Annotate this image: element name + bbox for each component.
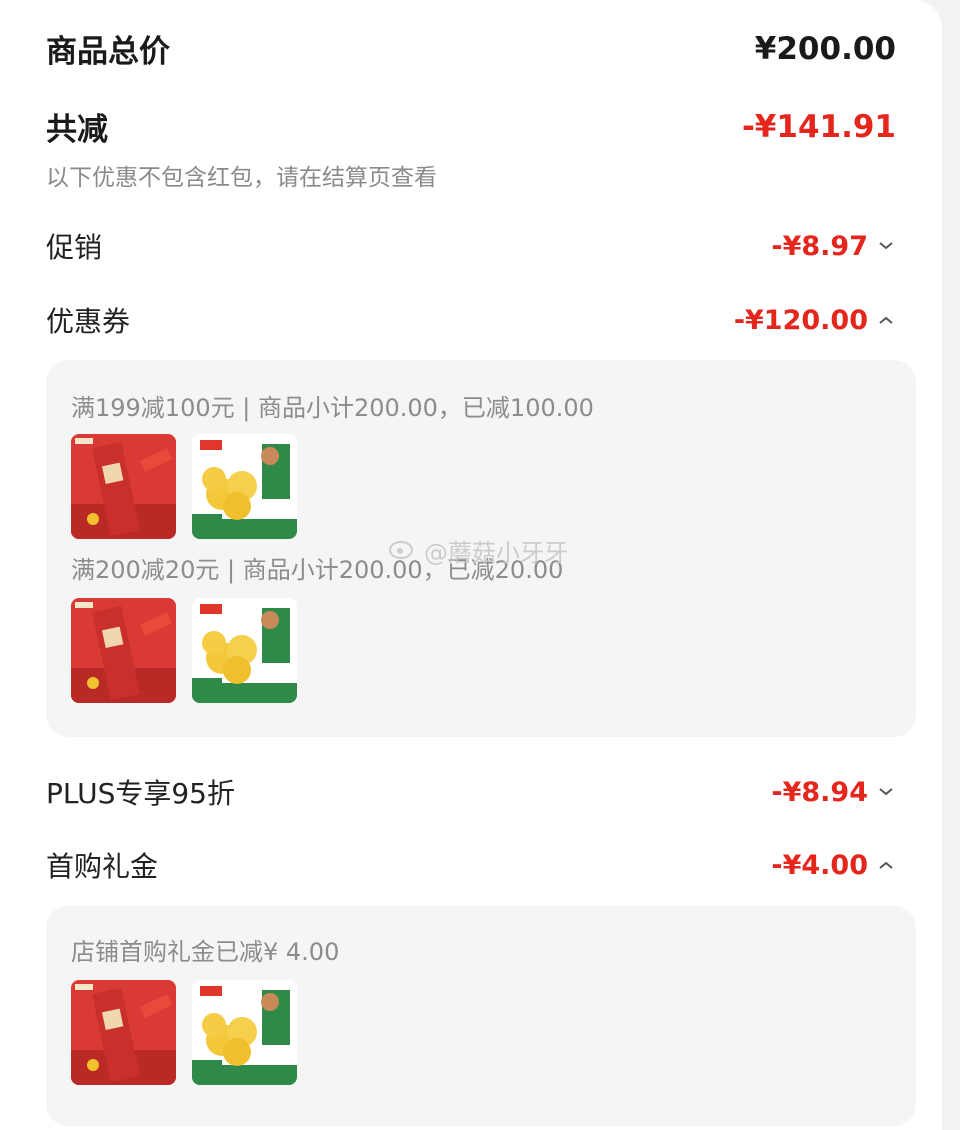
coupon-label: 优惠券	[46, 305, 131, 338]
total-discount-row: 共减 -¥141.91	[46, 104, 896, 149]
promo-row[interactable]: 促销 -¥8.97	[46, 226, 896, 266]
coupon-row[interactable]: 优惠券 -¥120.00	[46, 300, 896, 340]
product-red-gift-box-image[interactable]	[71, 980, 176, 1085]
plus-discount-value: -¥8.94	[771, 776, 868, 808]
total-discount-value: -¥141.91	[741, 108, 896, 145]
gift-product-list	[71, 980, 297, 1085]
product-red-gift-box-image[interactable]	[71, 434, 176, 539]
first-purchase-gift-label: 首购礼金	[46, 850, 159, 883]
watermark: @蘑菇小牙牙	[388, 533, 568, 568]
discount-note: 以下优惠不包含红包，请在结算页查看	[46, 165, 437, 191]
chevron-up-icon[interactable]	[876, 310, 896, 330]
gift-detail-panel: 店铺首购礼金已减¥ 4.00	[46, 906, 916, 1126]
chevron-up-icon[interactable]	[876, 855, 896, 875]
plus-discount-row[interactable]: PLUS专享95折 -¥8.94	[46, 772, 896, 812]
coupon-amount: -¥120.00	[734, 305, 896, 336]
plus-discount-amount: -¥8.94	[771, 777, 896, 808]
total-price-value: ¥200.00	[754, 30, 896, 67]
total-discount-label: 共减	[46, 112, 108, 148]
weibo-icon	[388, 536, 418, 566]
price-detail-card: 商品总价 ¥200.00 共减 -¥141.91 以下优惠不包含红包，请在结算页…	[0, 0, 942, 1130]
plus-discount-label: PLUS专享95折	[46, 777, 235, 810]
first-purchase-gift-row[interactable]: 首购礼金 -¥4.00	[46, 845, 896, 885]
chevron-down-icon[interactable]	[876, 782, 896, 802]
product-yellow-pastry-box-image[interactable]	[192, 434, 297, 539]
promo-label: 促销	[46, 231, 103, 264]
promo-amount: -¥8.97	[771, 231, 896, 262]
coupon-value: -¥120.00	[733, 304, 868, 336]
chevron-down-icon[interactable]	[876, 236, 896, 256]
coupon-product-list	[71, 598, 297, 703]
gift-detail-text: 店铺首购礼金已减¥ 4.00	[71, 938, 340, 966]
watermark-text: @蘑菇小牙牙	[424, 539, 568, 567]
coupon-product-list	[71, 434, 297, 539]
product-yellow-pastry-box-image[interactable]	[192, 598, 297, 703]
product-yellow-pastry-box-image[interactable]	[192, 980, 297, 1085]
promo-value: -¥8.97	[771, 230, 868, 262]
total-price-row: 商品总价 ¥200.00	[46, 26, 896, 71]
first-purchase-gift-value: -¥4.00	[771, 849, 868, 881]
coupon-detail-text: 满199减100元 | 商品小计200.00，已减100.00	[71, 394, 594, 422]
product-red-gift-box-image[interactable]	[71, 598, 176, 703]
first-purchase-gift-amount: -¥4.00	[771, 850, 896, 881]
total-price-label: 商品总价	[46, 34, 170, 70]
